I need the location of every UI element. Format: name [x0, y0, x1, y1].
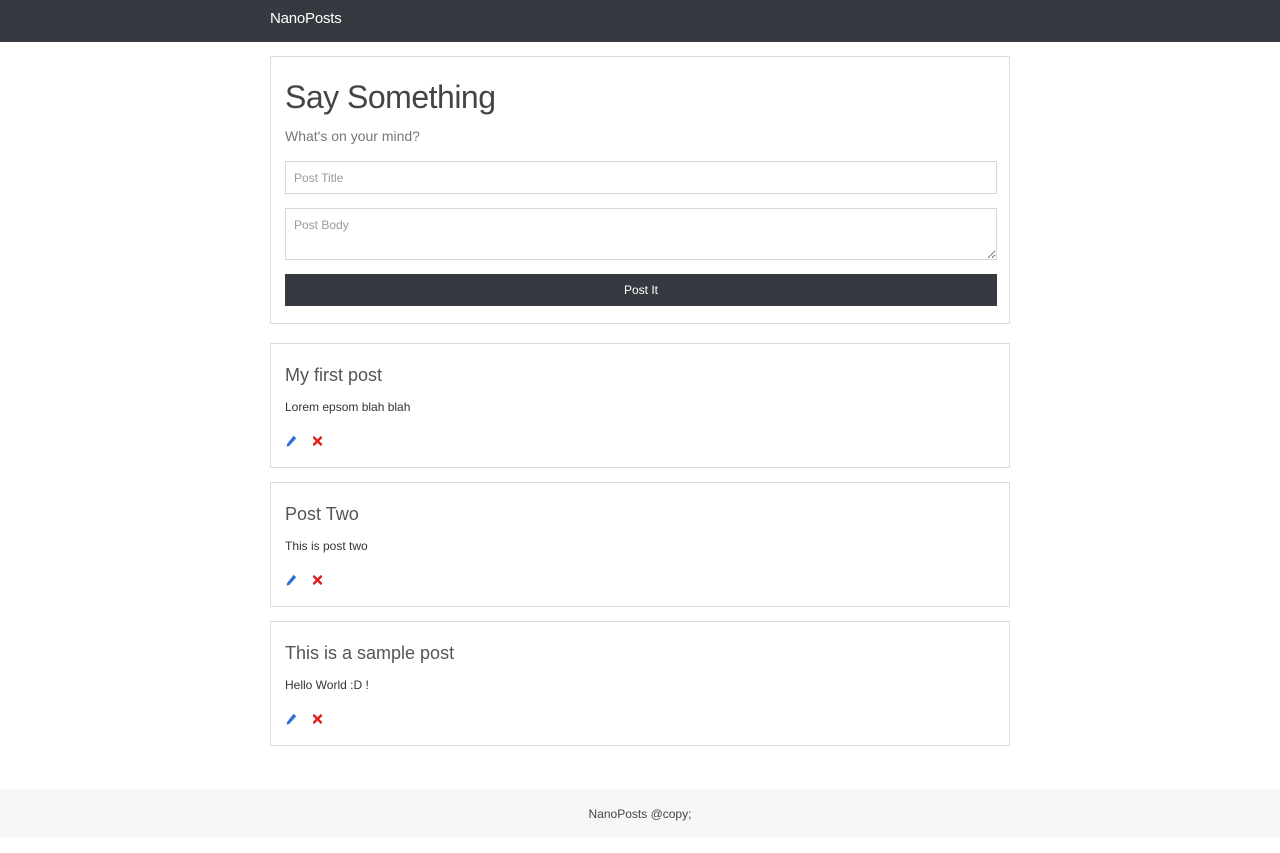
post-title: This is a sample post — [285, 643, 455, 663]
post-title: My first post — [285, 365, 383, 385]
top-navbar: NanoPosts — [0, 0, 1280, 42]
page-footer: NanoPosts @copy; — [0, 789, 1280, 837]
post-card: Post Two This is post two — [270, 482, 1010, 607]
post-title-input[interactable] — [285, 161, 997, 194]
compose-heading: Say Something — [285, 79, 496, 115]
post-actions — [285, 572, 323, 588]
post-body: This is post two — [285, 539, 368, 553]
x-icon[interactable] — [311, 573, 323, 587]
post-body-textarea[interactable] — [285, 208, 997, 260]
x-icon[interactable] — [311, 434, 323, 448]
compose-card: Say Something What's on your mind? Post … — [270, 56, 1010, 324]
post-card: This is a sample post Hello World :D ! — [270, 621, 1010, 746]
compose-subtitle: What's on your mind? — [285, 128, 420, 144]
pencil-icon[interactable] — [285, 573, 297, 587]
post-actions — [285, 433, 323, 449]
post-body: Lorem epsom blah blah — [285, 400, 411, 414]
footer-text: NanoPosts @copy; — [588, 807, 692, 821]
post-card: My first post Lorem epsom blah blah — [270, 343, 1010, 468]
post-title: Post Two — [285, 504, 359, 524]
x-icon[interactable] — [311, 712, 323, 726]
brand-link[interactable]: NanoPosts — [270, 10, 342, 27]
post-body: Hello World :D ! — [285, 678, 369, 692]
post-actions — [285, 711, 323, 727]
post-it-button[interactable]: Post It — [285, 274, 997, 306]
pencil-icon[interactable] — [285, 434, 297, 448]
pencil-icon[interactable] — [285, 712, 297, 726]
